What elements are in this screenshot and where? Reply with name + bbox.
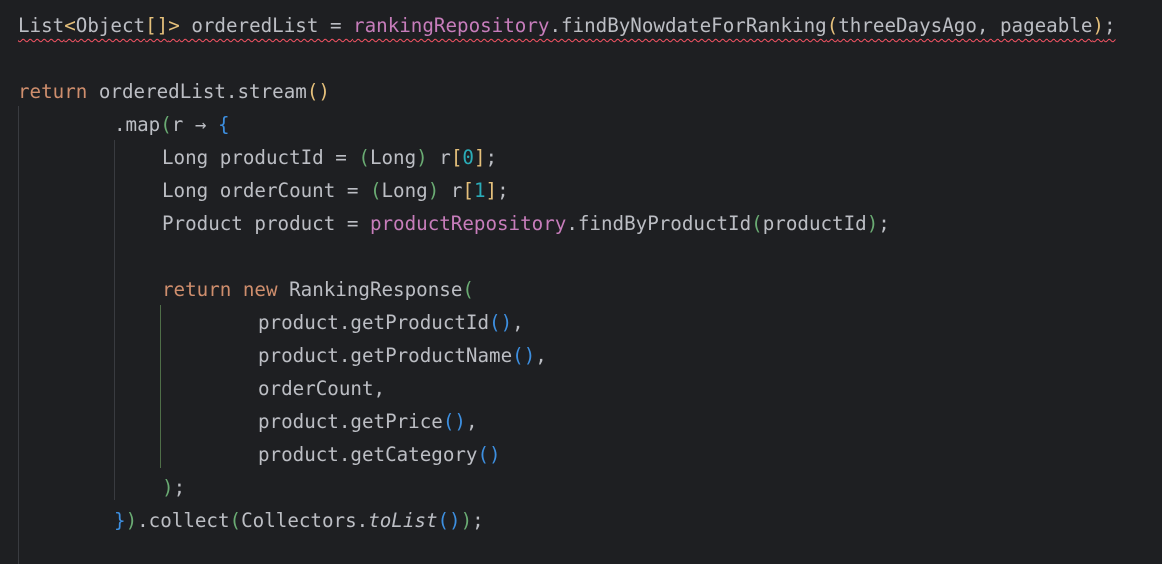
ranking-repository-field: rankingRepository [353, 14, 550, 37]
keyword-return: return [162, 278, 232, 301]
getter-call: product.getProductId [258, 311, 490, 334]
code-line-3[interactable]: .map(r → { [114, 108, 230, 141]
semicolon: ; [485, 146, 498, 169]
getter-call: product.getPrice [258, 410, 443, 433]
paren-pair: () [512, 344, 536, 367]
constructor-name: RankingResponse [289, 278, 463, 301]
bracket-close: ] [473, 146, 486, 169]
paren-pair: () [442, 410, 466, 433]
code-line-8[interactable]: product.getProductId(), [258, 306, 524, 339]
brace-open: { [218, 113, 230, 136]
argument: orderCount, [258, 377, 386, 400]
lambda-arrow: r → [171, 113, 218, 136]
method-call: .findByNowdateForRanking [549, 14, 827, 37]
collectors-class: Collectors. [241, 509, 369, 532]
paren-pair: () [306, 80, 330, 103]
semicolon: ; [1103, 14, 1116, 37]
code-line-13[interactable]: ); [162, 471, 185, 504]
code-line-6[interactable]: Product product = productRepository.find… [162, 207, 890, 240]
paren-open: ( [229, 509, 242, 532]
code-line-4[interactable]: Long productId = (Long) r[0]; [162, 141, 497, 174]
code-line-10[interactable]: orderCount, [258, 372, 385, 405]
indent-guide-lambda-chain [18, 106, 19, 564]
type-object: Object [75, 14, 146, 37]
angle-close: > [168, 14, 180, 37]
stream-call: orderedList.stream [87, 80, 307, 103]
code-line-11[interactable]: product.getPrice(), [258, 405, 478, 438]
bracket-open: [ [462, 179, 474, 202]
method-args: threeDaysAgo, pageable [838, 14, 1093, 37]
paren-open: ( [826, 14, 839, 37]
code-line-2[interactable]: return orderedList.stream() [18, 75, 330, 108]
paren-pair: () [489, 311, 513, 334]
method-call: .findByProductId [566, 212, 752, 235]
product-repository-field: productRepository [369, 212, 567, 235]
method-arg: productId [762, 212, 867, 235]
keyword-return: return [18, 80, 88, 103]
code-line-7[interactable]: return new RankingResponse( [162, 273, 474, 306]
code-line-14[interactable]: }).collect(Collectors.toList()); [114, 504, 484, 537]
type-list: List [18, 14, 65, 37]
indent-guide-constructor-args [160, 305, 161, 468]
collect-call: .collect [137, 509, 230, 532]
code-line-1[interactable]: List<Object[]> orderedList = rankingRepo… [18, 9, 1116, 42]
cast-type: Long [381, 179, 428, 202]
getter-call: product.getCategory [258, 443, 478, 466]
code-line-5[interactable]: Long orderCount = (Long) r[1]; [162, 174, 509, 207]
paren-open: ( [160, 113, 172, 136]
index-number: 0 [462, 146, 474, 169]
semicolon: ; [173, 476, 186, 499]
brace-close: } [114, 509, 126, 532]
paren-pair: () [437, 509, 461, 532]
paren-close: ) [460, 509, 473, 532]
semicolon: ; [878, 212, 890, 235]
cast-open: ( [358, 146, 370, 169]
code-editor[interactable]: List<Object[]> orderedList = rankingRepo… [0, 0, 1162, 564]
cast-type: Long [369, 146, 417, 169]
tolist-method: toList [368, 509, 438, 532]
comma: , [535, 344, 547, 367]
variable-declaration: Long orderCount = [162, 179, 370, 202]
array-variable: r [439, 179, 463, 202]
index-number: 1 [473, 179, 486, 202]
variable-declaration: Long productId = [162, 146, 359, 169]
code-line-12[interactable]: product.getCategory() [258, 438, 501, 471]
bracket-open: [ [450, 146, 463, 169]
paren-open: ( [462, 278, 474, 301]
map-call: .map [114, 113, 161, 136]
variable-declaration: orderedList = [179, 14, 354, 37]
keyword-new: new [242, 278, 278, 301]
paren-pair: () [477, 443, 501, 466]
paren-open: ( [751, 212, 763, 235]
paren-close: ) [866, 212, 879, 235]
semicolon: ; [472, 509, 484, 532]
paren-close: ) [1092, 14, 1104, 37]
bracket-close: ] [485, 179, 498, 202]
array-brackets: [] [145, 14, 169, 37]
cast-close: ) [416, 146, 428, 169]
code-line-9[interactable]: product.getProductName(), [258, 339, 547, 372]
indent-guide-lambda-body [114, 140, 115, 500]
angle-open: < [64, 14, 76, 37]
cast-close: ) [427, 179, 440, 202]
getter-call: product.getProductName [258, 344, 513, 367]
variable-declaration: Product product = [162, 212, 370, 235]
comma: , [465, 410, 478, 433]
paren-close: ) [125, 509, 138, 532]
paren-close: ) [162, 476, 174, 499]
array-variable: r [427, 146, 451, 169]
cast-open: ( [369, 179, 382, 202]
semicolon: ; [497, 179, 509, 202]
comma: , [512, 311, 524, 334]
